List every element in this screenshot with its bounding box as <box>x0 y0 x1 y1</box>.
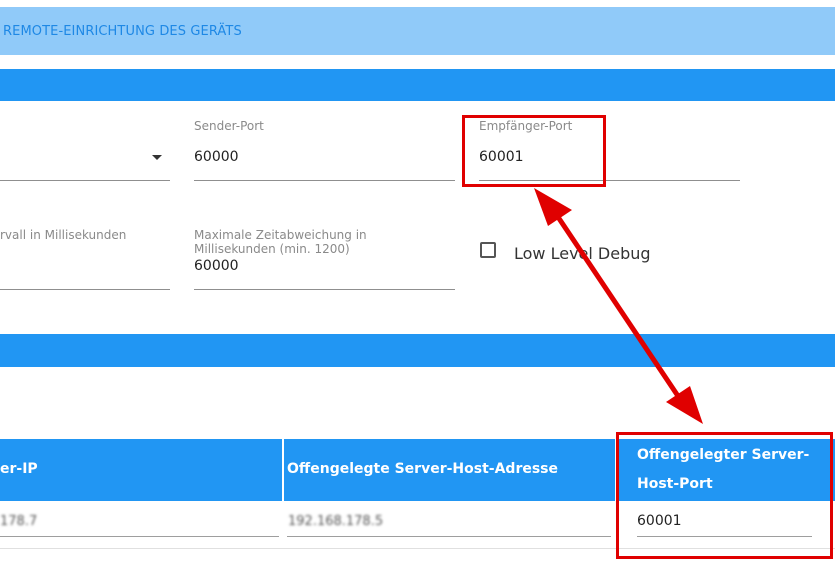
arrow-head-up <box>534 188 572 226</box>
double-arrow-annotation <box>534 188 703 424</box>
arrow-shaft <box>549 206 687 407</box>
arrow-head-down <box>666 386 703 424</box>
